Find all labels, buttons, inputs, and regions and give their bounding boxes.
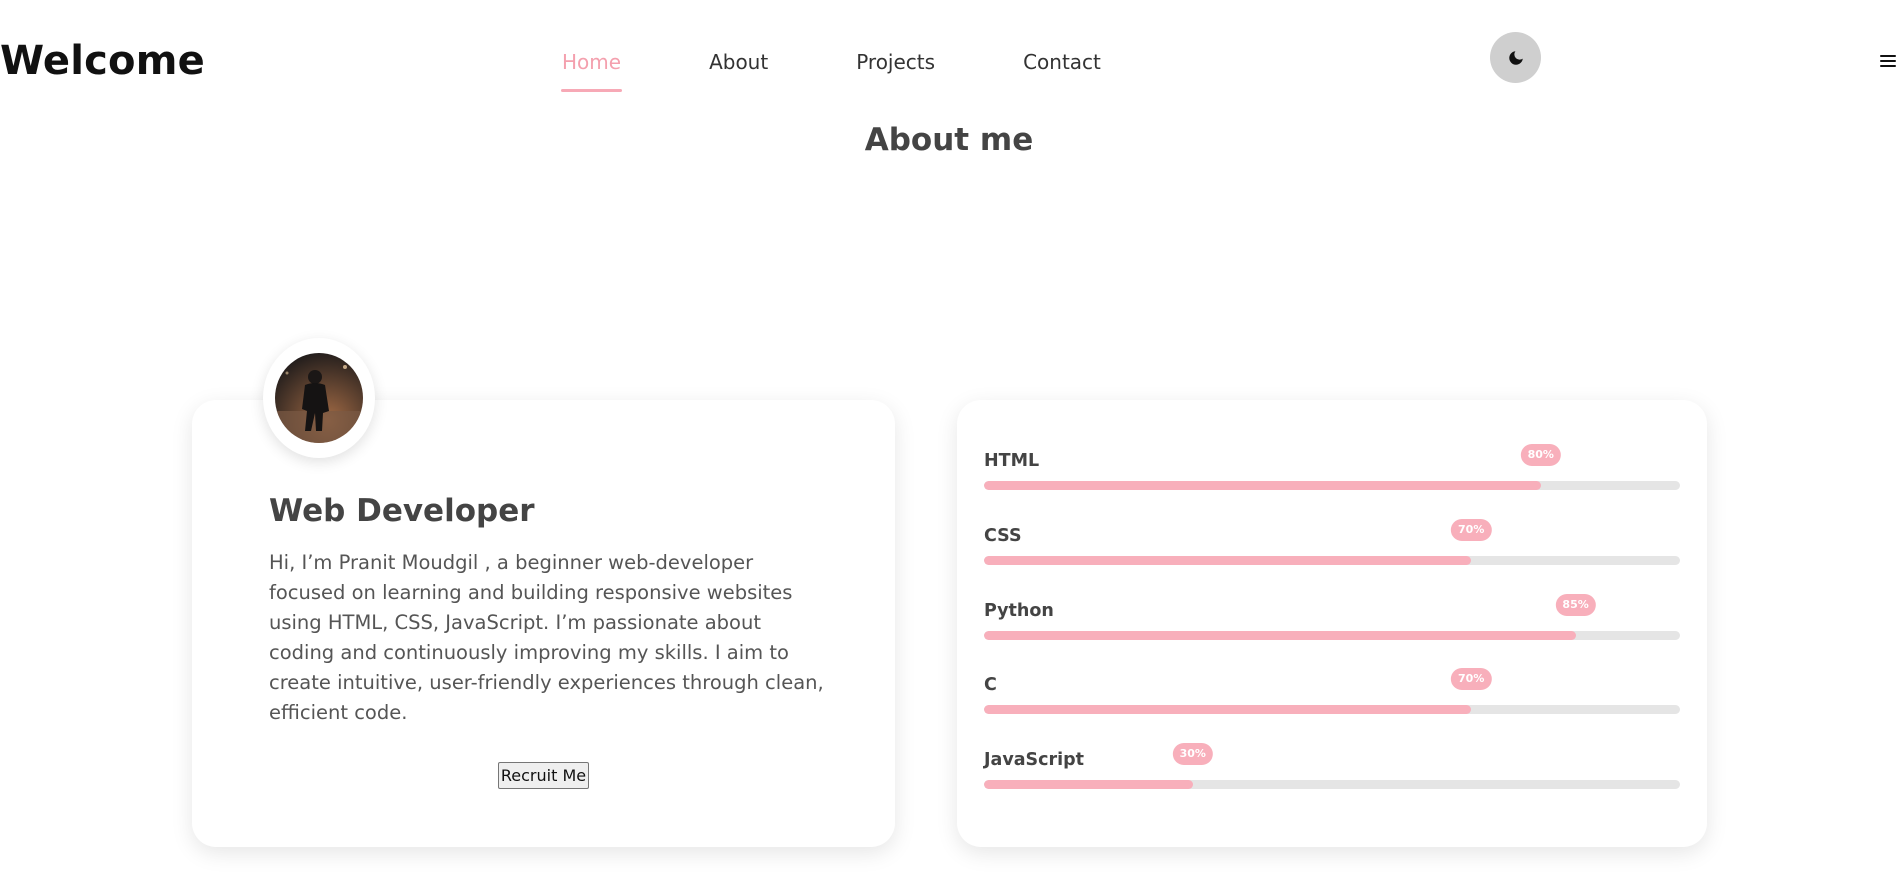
hamburger-line <box>1880 65 1896 67</box>
skill-name: HTML <box>984 451 1040 471</box>
main-nav: Home About Projects Contact <box>560 50 1189 92</box>
profile-photo-icon <box>275 353 363 443</box>
nav-about[interactable]: About <box>709 50 768 74</box>
skill-progress-fill <box>984 631 1576 640</box>
skill-progress-track <box>984 556 1680 565</box>
skill-progress-fill <box>984 705 1472 714</box>
section-title: About me <box>864 122 1034 158</box>
skill-name: C <box>984 675 997 695</box>
skill-html: HTML 80% <box>984 444 1680 500</box>
top-navbar: Welcome Home About Projects Contact <box>0 0 1898 110</box>
skill-percent-badge: 30% <box>1172 743 1213 765</box>
skill-percent-badge: 70% <box>1451 519 1492 541</box>
skill-progress-track <box>984 631 1680 640</box>
skill-percent-badge: 70% <box>1451 668 1492 690</box>
skill-name: Python <box>984 601 1054 621</box>
recruit-me-button[interactable]: Recruit Me <box>498 762 589 789</box>
theme-toggle-button[interactable] <box>1490 32 1541 83</box>
skill-percent-badge: 85% <box>1555 594 1596 616</box>
skill-progress-track <box>984 481 1680 490</box>
hamburger-line <box>1880 60 1896 62</box>
site-brand[interactable]: Welcome <box>0 38 205 84</box>
hamburger-menu-icon[interactable] <box>1880 55 1896 67</box>
avatar-frame <box>263 338 375 458</box>
skill-progress-fill <box>984 780 1193 789</box>
skill-javascript: JavaScript 30% <box>984 743 1680 799</box>
nav-home[interactable]: Home <box>560 50 623 92</box>
skill-name: JavaScript <box>984 750 1085 770</box>
skill-progress-track <box>984 780 1680 789</box>
moon-icon <box>1508 50 1523 65</box>
avatar <box>275 353 363 443</box>
role-title: Web Developer <box>269 493 535 529</box>
bio-text: Hi, I’m Pranit Moudgil , a beginner web-… <box>269 551 824 724</box>
hamburger-line <box>1880 55 1896 57</box>
nav-projects[interactable]: Projects <box>856 50 935 74</box>
skill-progress-fill <box>984 556 1472 565</box>
skill-css: CSS 70% <box>984 519 1680 575</box>
skill-progress-fill <box>984 481 1541 490</box>
skill-c: C 70% <box>984 668 1680 724</box>
skill-python: Python 85% <box>984 594 1680 650</box>
skill-progress-track <box>984 705 1680 714</box>
nav-contact[interactable]: Contact <box>1023 50 1101 74</box>
skill-percent-badge: 80% <box>1520 444 1561 466</box>
skill-name: CSS <box>984 526 1022 546</box>
